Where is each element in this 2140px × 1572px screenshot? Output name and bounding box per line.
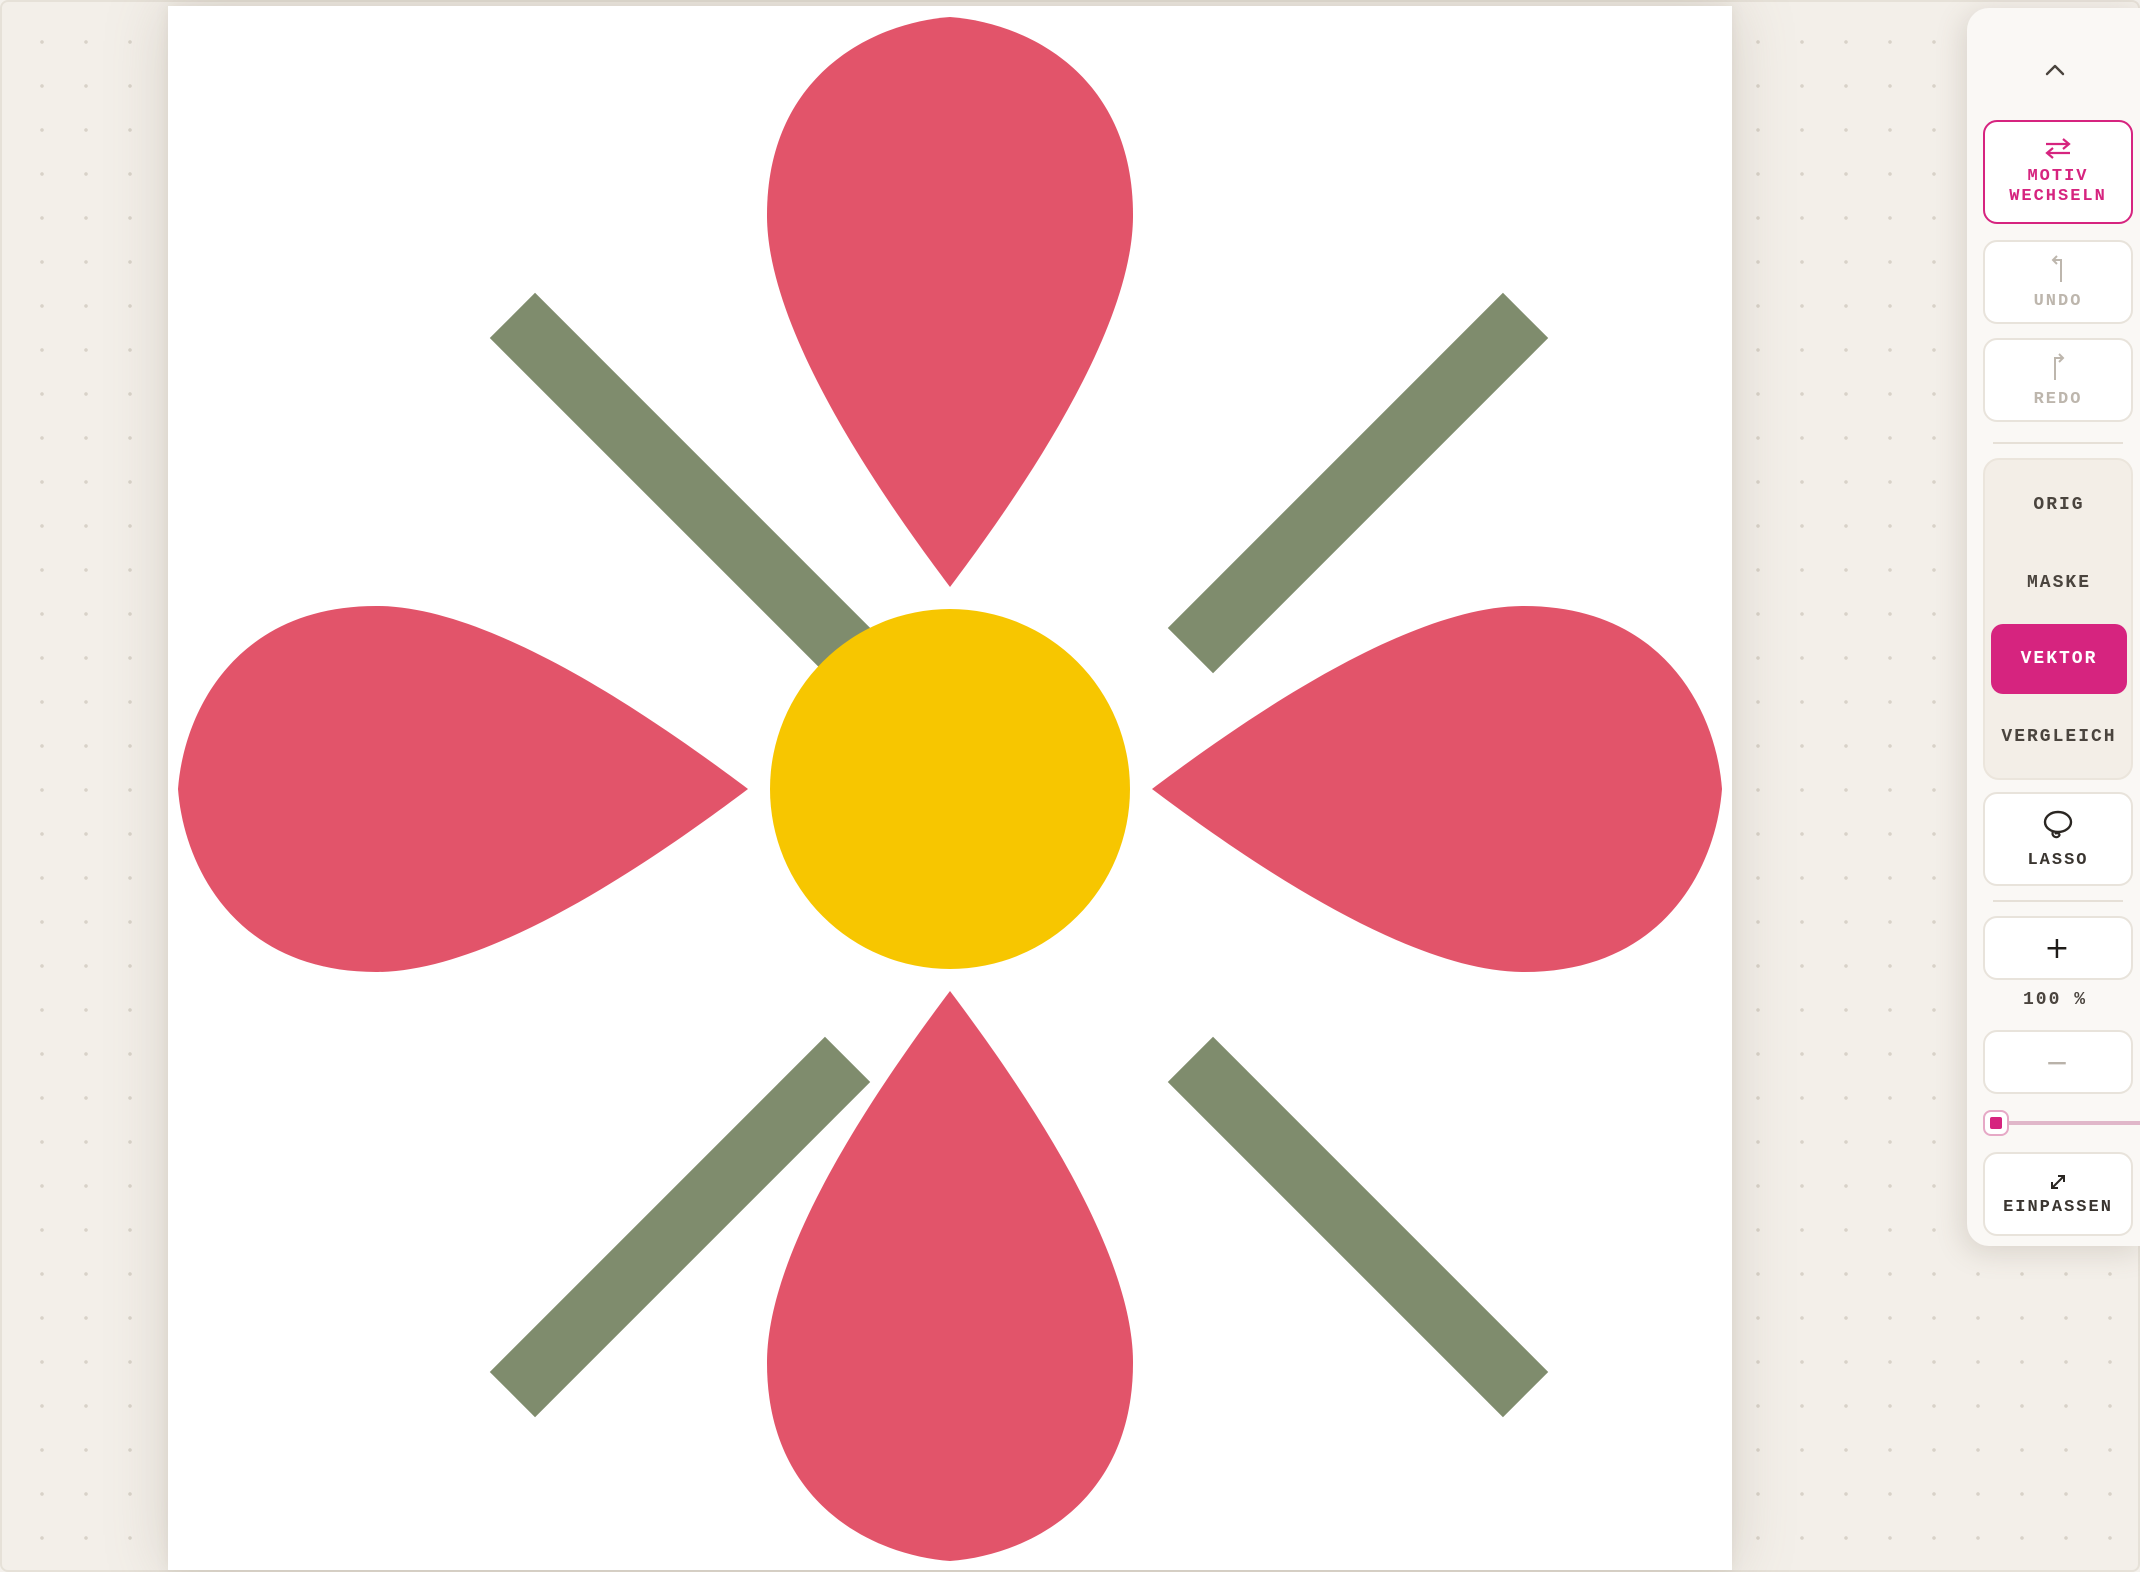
lasso-tool-button[interactable]: LASSO xyxy=(1983,792,2133,886)
divider xyxy=(1993,442,2123,444)
undo-button[interactable]: UNDO xyxy=(1983,240,2133,324)
undo-arrow-icon xyxy=(2051,254,2062,282)
fit-label: EINPASSEN xyxy=(2003,1197,2113,1217)
stem-bottom-right xyxy=(1167,1036,1549,1418)
view-option-vergleich[interactable]: VERGLEICH xyxy=(1991,702,2127,772)
view-mode-group: ORIG MASKE VEKTOR VERGLEICH xyxy=(1983,458,2133,780)
divider xyxy=(1993,900,2123,902)
lasso-label: LASSO xyxy=(2027,850,2089,870)
petal-top xyxy=(766,17,1134,587)
redo-button[interactable]: REDO xyxy=(1983,338,2133,422)
switch-motif-button[interactable]: MOTIV WECHSELN xyxy=(1983,120,2133,224)
plus-icon: + xyxy=(2044,930,2072,966)
image-canvas[interactable] xyxy=(168,6,1732,1570)
view-option-orig[interactable]: ORIG xyxy=(1991,470,2127,540)
view-option-maske[interactable]: MASKE xyxy=(1991,548,2127,618)
chevron-up-icon xyxy=(2045,64,2065,76)
collapse-panel-button[interactable] xyxy=(1967,42,2140,96)
flower-center xyxy=(770,609,1130,969)
swap-arrows-icon xyxy=(2045,138,2071,159)
petal-left xyxy=(178,605,748,973)
view-option-vektor[interactable]: VEKTOR xyxy=(1991,624,2127,694)
zoom-out-button[interactable]: − xyxy=(1983,1030,2133,1094)
switch-motif-label: MOTIV WECHSELN xyxy=(2009,167,2107,206)
workspace: MOTIV WECHSELN UNDO REDO ORIG MASKE VEKT… xyxy=(0,0,2140,1572)
redo-label: REDO xyxy=(2033,389,2083,409)
zoom-slider[interactable] xyxy=(1983,1106,2140,1138)
fit-to-screen-button[interactable]: EINPASSEN xyxy=(1983,1152,2133,1236)
redo-arrow-icon xyxy=(2054,352,2065,380)
zoom-level: 100 % xyxy=(2022,990,2087,1010)
minus-icon: − xyxy=(2045,1045,2071,1079)
zoom-slider-thumb[interactable] xyxy=(1983,1110,2009,1136)
lasso-icon xyxy=(2043,810,2073,838)
zoom-slider-track xyxy=(1997,1121,2140,1125)
tool-panel: MOTIV WECHSELN UNDO REDO ORIG MASKE VEKT… xyxy=(1967,8,2140,1246)
undo-label: UNDO xyxy=(2033,291,2083,311)
petal-right xyxy=(1152,605,1722,973)
zoom-in-button[interactable]: + xyxy=(1983,916,2133,980)
expand-arrows-icon xyxy=(2051,1174,2065,1189)
vector-motif xyxy=(178,17,1722,1561)
